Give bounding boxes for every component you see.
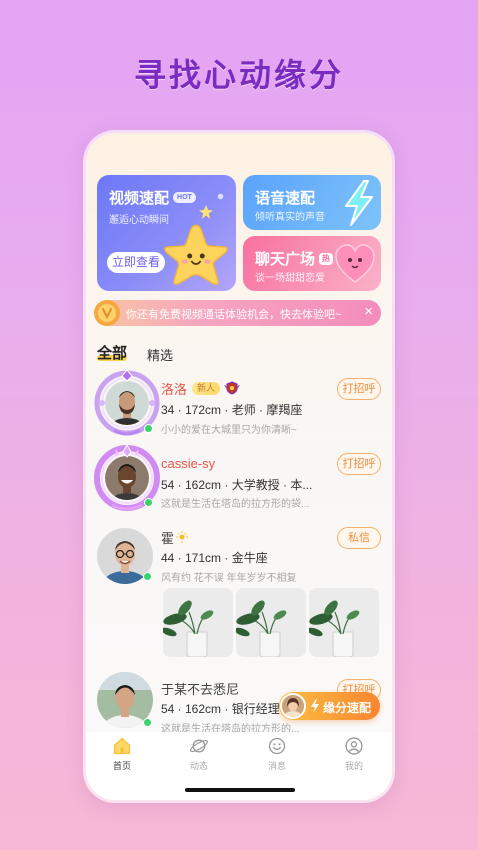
new-user-badge: 新人 <box>192 381 221 395</box>
user-name: 霍 <box>161 530 175 546</box>
home-indicator[interactable] <box>185 788 295 792</box>
crown-badge-icon <box>224 381 241 395</box>
plant-image <box>163 588 233 657</box>
trial-notice-bar[interactable]: 你还有免费视频通话体验机会，快去体验吧~ × <box>94 300 381 326</box>
user-photo[interactable] <box>236 588 306 657</box>
voice-match-title-line: 语音速配 <box>255 187 315 208</box>
hot-badge: 热 <box>319 252 334 265</box>
chat-square-card[interactable]: 聊天广场 热 谈一场甜甜恋爱 <box>243 236 381 291</box>
user-photo[interactable] <box>309 588 379 657</box>
chat-square-subtitle: 谈一场甜甜恋爱 <box>255 273 325 284</box>
user-info: 54 · 162cm · 银行经理 <box>161 702 280 716</box>
nav-label: 消息 <box>267 761 286 771</box>
online-status-dot <box>143 572 152 581</box>
video-match-title-line: 视频速配 HOT <box>109 187 196 208</box>
voice-match-title: 语音速配 <box>255 190 316 207</box>
user-bio: 风有约 花不误 年年岁岁不相复 <box>161 573 297 584</box>
user-photo[interactable] <box>163 588 233 657</box>
greet-button[interactable]: 打招呼 <box>337 378 381 400</box>
user-info: 44 · 171cm · 金牛座 <box>161 551 268 565</box>
heart-mascot-icon <box>335 244 375 283</box>
quick-match-button[interactable]: 缘分速配 <box>279 692 380 720</box>
nav-item-moments[interactable]: 动态 <box>161 732 237 778</box>
user-name-line: 洛洛 新人 <box>161 380 241 397</box>
user-info: 54 · 162cm · 大学教授 · 本... <box>161 478 313 492</box>
user-name-line: 霍 <box>161 529 189 546</box>
user-bio: 这就是生活在塔岛的拉方形的袋... <box>161 499 310 510</box>
user-name: cassie-sy <box>161 455 216 471</box>
coin-icon <box>94 300 120 326</box>
home-icon <box>113 737 131 755</box>
smile-icon <box>268 737 286 755</box>
user-card[interactable]: cassie-sy 54 · 162cm · 大学教授 · 本... 这就是生活… <box>86 445 392 511</box>
video-match-card[interactable]: 视频速配 HOT 邂逅心动瞬间 立即查看 <box>97 175 236 291</box>
sparkle-icon <box>217 193 224 200</box>
lightning-icon <box>311 699 319 713</box>
nav-item-messages[interactable]: 消息 <box>239 732 315 778</box>
user-name-line: 于某不去悉尼 <box>161 680 240 697</box>
avatar <box>280 693 306 719</box>
message-button[interactable]: 私信 <box>337 527 381 549</box>
planet-icon <box>189 739 209 753</box>
chat-square-title-line: 聊天广场 热 <box>255 248 334 269</box>
quick-match-label: 缘分速配 <box>323 701 372 715</box>
nav-item-profile[interactable]: 我的 <box>316 732 392 778</box>
sparkle-icon <box>199 205 213 219</box>
sun-icon <box>176 531 189 543</box>
user-name: 于某不去悉尼 <box>161 681 240 697</box>
lightning-icon <box>345 180 373 226</box>
close-icon[interactable]: × <box>364 303 373 321</box>
tab-all[interactable]: 全部 <box>97 342 127 363</box>
hot-badge: HOT <box>173 192 196 203</box>
chat-square-title: 聊天广场 <box>255 251 316 268</box>
nav-label: 我的 <box>344 761 363 771</box>
plant-image <box>236 588 306 657</box>
phone-frame: 视频速配 HOT 邂逅心动瞬间 立即查看 语音速配 倾听真实的声音 聊天广场 热… <box>83 130 395 803</box>
voice-match-subtitle: 倾听真实的声音 <box>255 212 325 223</box>
nav-item-home[interactable]: 首页 <box>86 732 160 778</box>
online-status-dot <box>144 498 153 507</box>
voice-match-card[interactable]: 语音速配 倾听真实的声音 <box>243 175 381 230</box>
user-name: 洛洛 <box>161 381 188 397</box>
app-screen: 视频速配 HOT 邂逅心动瞬间 立即查看 语音速配 倾听真实的声音 聊天广场 热… <box>86 133 392 800</box>
user-bio: 小小的爱在大城里只为你清晰~ <box>161 425 297 436</box>
greet-button[interactable]: 打招呼 <box>337 453 381 475</box>
user-name-line: cassie-sy <box>161 455 215 471</box>
view-now-button[interactable]: 立即查看 <box>107 252 165 273</box>
notice-text: 你还有免费视频通话体验机会，快去体验吧~ <box>126 309 342 321</box>
online-status-dot <box>144 424 153 433</box>
star-mascot-icon <box>164 224 228 285</box>
video-match-subtitle: 邂逅心动瞬间 <box>109 215 169 226</box>
nav-label: 首页 <box>112 761 131 771</box>
page-headline: 寻找心动缘分 <box>133 57 344 93</box>
user-icon <box>345 737 363 755</box>
user-info: 34 · 172cm · 老师 · 摩羯座 <box>161 403 303 417</box>
nav-label: 动态 <box>189 761 208 771</box>
video-match-title: 视频速配 <box>109 190 170 207</box>
tab-featured[interactable]: 精选 <box>147 345 173 364</box>
online-status-dot <box>143 718 152 727</box>
user-card[interactable]: 霍 44 · 171cm · 金牛座 风有约 花不误 年年岁岁不相复 私信 <box>86 519 392 659</box>
plant-image <box>309 588 379 657</box>
bottom-nav: 首页 动态 消息 我的 <box>86 732 392 800</box>
user-card[interactable]: 洛洛 新人 34 · 172cm · 老师 · 摩羯座 小小的爱在大城里只为你清… <box>86 370 392 436</box>
